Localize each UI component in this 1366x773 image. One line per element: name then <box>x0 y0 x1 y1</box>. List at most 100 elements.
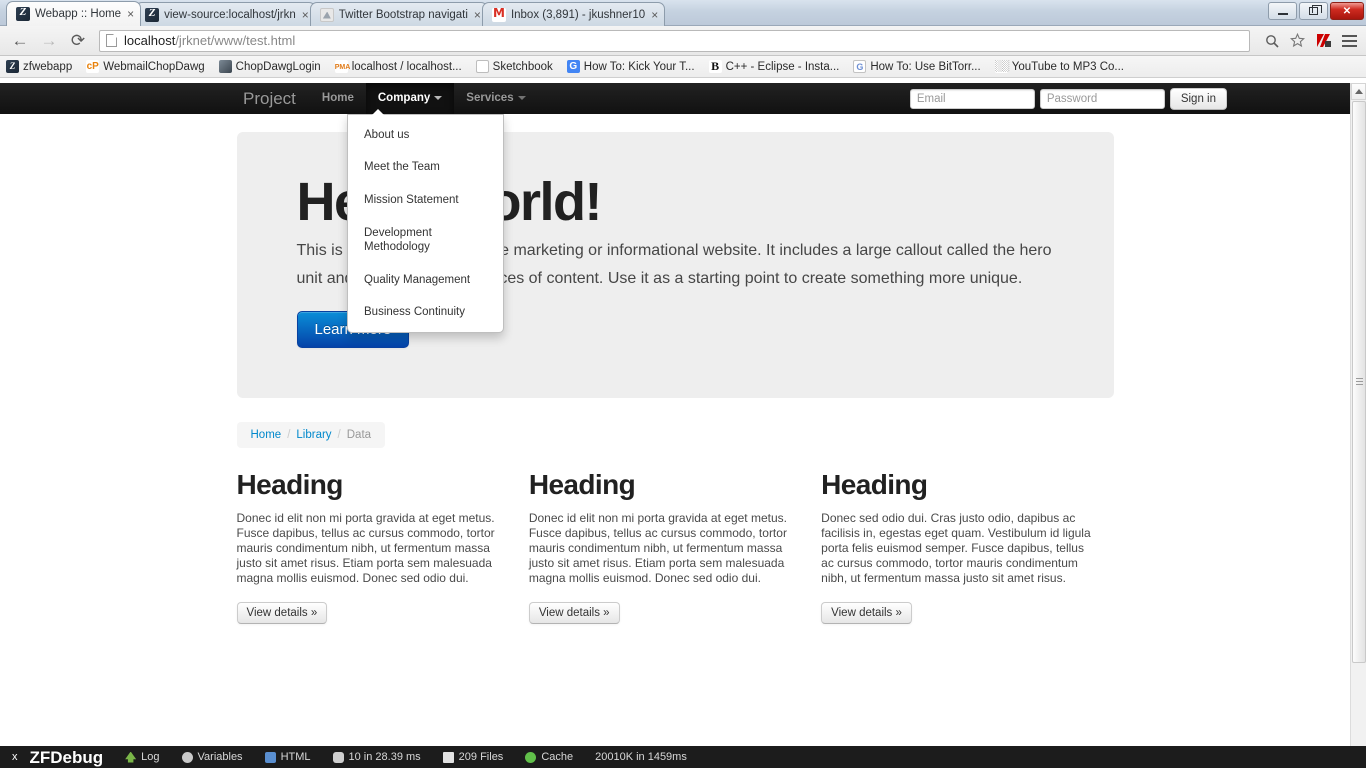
hamburger-menu-icon[interactable] <box>1341 32 1358 49</box>
zfdebug-cache[interactable]: Cache <box>514 746 584 768</box>
dropdown-item-quality-management[interactable]: Quality Management <box>348 264 503 296</box>
navbar-brand[interactable]: Project <box>235 83 310 114</box>
dropdown-item-about-us[interactable]: About us <box>348 119 503 151</box>
cache-icon <box>525 751 537 763</box>
bookmark-sketchbook[interactable]: Sketchbook <box>475 60 553 73</box>
bookmark-zfwebapp[interactable]: Z zfwebapp <box>6 60 72 73</box>
close-window-button[interactable]: ✕ <box>1330 2 1364 20</box>
bookmark-label: How To: Kick Your T... <box>583 60 695 73</box>
bookmark-youtube-mp3[interactable]: ░░ YouTube to MP3 Co... <box>994 60 1124 73</box>
content-column-3: Heading Donec sed odio dui. Cras justo o… <box>821 468 1113 624</box>
nav-link-services[interactable]: Services <box>454 83 537 114</box>
tab-title: Inbox (3,891) - jkushner10 <box>510 8 646 21</box>
url-host: localhost <box>124 33 176 48</box>
signin-form: Sign in <box>909 88 1227 110</box>
breadcrumb: Home / Library / Data <box>236 421 386 448</box>
view-details-button-2[interactable]: View details » <box>528 601 620 624</box>
bookmark-label: localhost / localhost... <box>351 60 462 73</box>
variables-icon <box>181 751 193 763</box>
kaspersky-icon[interactable] <box>1315 32 1332 49</box>
zfdebug-database[interactable]: 10 in 28.39 ms <box>322 746 432 768</box>
browser-tab-view-source[interactable]: view-source:localhost/jrkn × <box>135 2 316 26</box>
view-details-button-1[interactable]: View details » <box>236 601 328 624</box>
phpmyadmin-icon: PMA <box>334 60 350 73</box>
zfdebug-log[interactable]: Log <box>114 746 170 768</box>
page-icon <box>475 60 489 73</box>
zfdebug-label: Log <box>141 751 160 763</box>
log-icon <box>125 751 137 763</box>
files-icon <box>442 751 454 763</box>
site-navbar: Project Home Company Services Sign in <box>0 83 1350 333</box>
bookmark-how-to-bittorrent[interactable]: G How To: Use BitTorr... <box>853 60 981 73</box>
minimize-button[interactable] <box>1268 2 1297 20</box>
zfdebug-variables[interactable]: Variables <box>171 746 254 768</box>
zfdebug-label: Cache <box>541 751 574 763</box>
bookmark-label: C++ - Eclipse - Insta... <box>725 60 840 73</box>
view-details-button-3[interactable]: View details » <box>821 601 912 624</box>
bookmark-how-to-kick[interactable]: G How To: Kick Your T... <box>566 60 695 73</box>
nav-item-home[interactable]: Home <box>310 83 366 114</box>
address-bar[interactable]: localhost/jrknet/www/test.html <box>99 29 1250 52</box>
vertical-scrollbar[interactable] <box>1350 83 1366 768</box>
column-body: Donec sed odio dui. Cras justo odio, dap… <box>821 510 1091 585</box>
sign-in-button[interactable]: Sign in <box>1169 88 1227 110</box>
search-icon[interactable] <box>1263 32 1280 49</box>
page-icon <box>106 34 117 47</box>
restore-button[interactable] <box>1299 2 1328 20</box>
bookmark-chopdawglogin[interactable]: ChopDawgLogin <box>218 60 321 73</box>
dropdown-item-mission-statement[interactable]: Mission Statement <box>348 184 503 216</box>
nav-item-services[interactable]: Services <box>454 83 537 114</box>
bookmark-label: zfwebapp <box>23 60 73 73</box>
zf-icon: Z <box>6 60 19 73</box>
reload-icon[interactable]: ⟳ <box>66 29 90 53</box>
bookmark-localhost-phpmyadmin[interactable]: PMA localhost / localhost... <box>334 60 462 73</box>
close-icon[interactable]: × <box>651 9 658 21</box>
content-column-2: Heading Donec id elit non mi porta gravi… <box>528 468 821 624</box>
dropdown-item-meet-the-team[interactable]: Meet the Team <box>348 151 503 183</box>
zfdebug-label: Variables <box>197 751 243 763</box>
breadcrumb-item-library[interactable]: Library <box>296 429 331 441</box>
column-heading: Heading <box>528 468 636 500</box>
zfdebug-label: 209 Files <box>458 751 504 763</box>
browser-tab-webapp-home[interactable]: Webapp :: Home × <box>6 1 142 26</box>
forward-icon[interactable]: → <box>37 29 61 53</box>
email-field[interactable] <box>909 89 1035 109</box>
close-icon[interactable]: × <box>302 9 309 21</box>
bookmark-cpp-eclipse[interactable]: B C++ - Eclipse - Insta... <box>708 60 840 73</box>
dropdown-item-business-continuity[interactable]: Business Continuity <box>348 296 503 328</box>
zfdebug-files[interactable]: 209 Files <box>432 746 515 768</box>
browser-window: Webapp :: Home × view-source:localhost/j… <box>0 0 1366 768</box>
breadcrumb-item-home[interactable]: Home <box>251 429 282 441</box>
cpanel-icon: cP <box>86 60 100 73</box>
bookmark-star-icon[interactable] <box>1289 32 1306 49</box>
bookmark-label: Sketchbook <box>492 60 553 73</box>
minimize-icon <box>1277 13 1288 15</box>
browser-tab-twitter-bootstrap[interactable]: Twitter Bootstrap navigati × <box>309 2 488 26</box>
zfdebug-brand[interactable]: ZFDebug <box>26 746 115 768</box>
back-icon[interactable]: ← <box>8 29 32 53</box>
close-icon[interactable]: × <box>127 8 134 20</box>
scroll-up-icon[interactable] <box>1351 83 1366 100</box>
zfdebug-close-button[interactable]: x <box>10 746 26 768</box>
dropdown-item-development-methodology[interactable]: Development Methodology <box>348 217 503 263</box>
chevron-down-icon <box>434 95 443 100</box>
close-icon[interactable]: × <box>474 9 481 21</box>
scrollbar-thumb[interactable] <box>1352 101 1366 663</box>
breadcrumb-item-data: Data <box>346 428 372 441</box>
tab-title: Webapp :: Home <box>35 8 122 20</box>
blogger-icon: B <box>708 60 722 73</box>
title-bar: Webapp :: Home × view-source:localhost/j… <box>0 0 1366 26</box>
password-field[interactable] <box>1039 89 1165 109</box>
breadcrumb-divider: / <box>287 428 291 441</box>
zf-icon <box>16 6 30 21</box>
browser-tab-inbox[interactable]: Inbox (3,891) - jkushner10 × <box>481 2 666 26</box>
column-body: Donec id elit non mi porta gravida at eg… <box>528 510 787 585</box>
html-icon <box>264 751 276 763</box>
scrollbar-grip-icon <box>1356 378 1363 387</box>
window-controls: ✕ <box>1268 2 1364 20</box>
zfdebug-html[interactable]: HTML <box>254 746 322 768</box>
bookmark-webmailchopdawg[interactable]: cP WebmailChopDawg <box>86 60 205 73</box>
bookmark-label: How To: Use BitTorr... <box>870 60 981 73</box>
nav-link-home[interactable]: Home <box>310 83 366 114</box>
zfdebug-bar: x ZFDebug Log Variables HTML 10 in 28.39… <box>0 746 1366 768</box>
